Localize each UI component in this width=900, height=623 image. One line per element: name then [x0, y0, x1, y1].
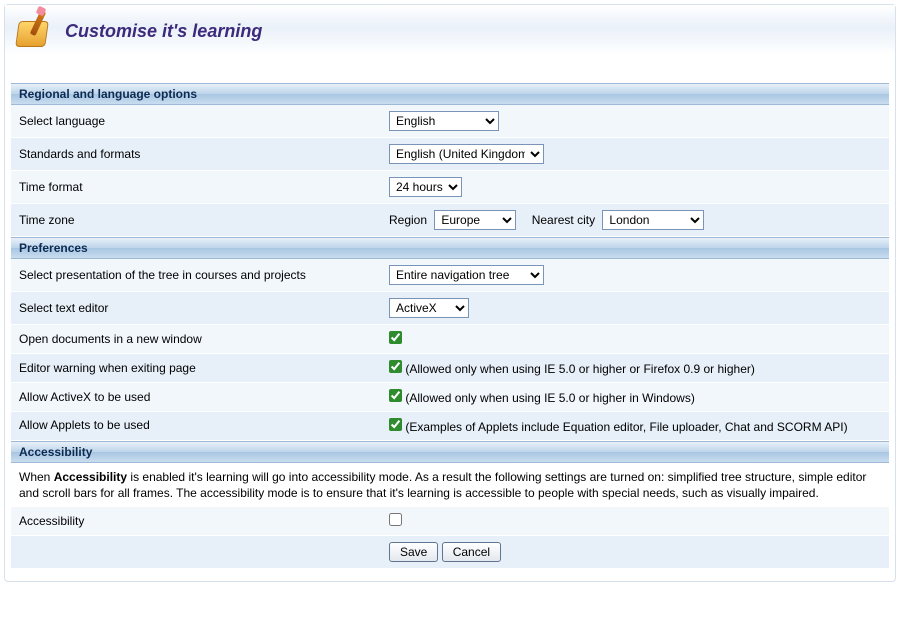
- standards-select[interactable]: English (United Kingdom): [389, 144, 544, 164]
- accessibility-desc-bold: Accessibility: [54, 470, 127, 484]
- customise-icon: [15, 11, 55, 51]
- allow-activex-note: (Allowed only when using IE 5.0 or highe…: [405, 391, 694, 405]
- language-label: Select language: [11, 105, 381, 138]
- text-editor-select[interactable]: ActiveX: [389, 298, 469, 318]
- exit-warning-label: Editor warning when exiting page: [11, 354, 381, 383]
- tree-label: Select presentation of the tree in cours…: [11, 259, 381, 292]
- nearest-city-label: Nearest city: [532, 213, 595, 227]
- tree-select[interactable]: Entire navigation tree: [389, 265, 544, 285]
- region-label: Region: [389, 213, 427, 227]
- text-editor-label: Select text editor: [11, 292, 381, 325]
- save-button[interactable]: Save: [389, 542, 438, 562]
- nearest-city-select[interactable]: London: [602, 210, 704, 230]
- page: Customise it's learning Regional and lan…: [4, 4, 896, 582]
- exit-warning-checkbox[interactable]: [389, 360, 402, 373]
- allow-applets-checkbox[interactable]: [389, 418, 402, 431]
- exit-warning-note: (Allowed only when using IE 5.0 or highe…: [405, 362, 755, 376]
- region-select[interactable]: Europe: [434, 210, 516, 230]
- open-new-window-label: Open documents in a new window: [11, 325, 381, 354]
- language-select[interactable]: English: [389, 111, 499, 131]
- allow-activex-label: Allow ActiveX to be used: [11, 383, 381, 412]
- accessibility-desc-post: is enabled it's learning will go into ac…: [19, 470, 866, 500]
- accessibility-table: Accessibility Save Cancel: [11, 507, 889, 569]
- timeformat-select[interactable]: 24 hours: [389, 177, 462, 197]
- timezone-label: Time zone: [11, 204, 381, 237]
- timeformat-label: Time format: [11, 171, 381, 204]
- allow-activex-checkbox[interactable]: [389, 389, 402, 402]
- open-new-window-checkbox[interactable]: [389, 331, 402, 344]
- section-accessibility-header: Accessibility: [11, 441, 889, 463]
- content: Regional and language options Select lan…: [5, 83, 895, 569]
- allow-applets-note: (Examples of Applets include Equation ed…: [405, 420, 847, 434]
- accessibility-desc-pre: When: [19, 470, 54, 484]
- page-title: Customise it's learning: [65, 21, 262, 42]
- section-regional-header: Regional and language options: [11, 83, 889, 105]
- cancel-button[interactable]: Cancel: [442, 542, 501, 562]
- preferences-table: Select presentation of the tree in cours…: [11, 259, 889, 441]
- standards-label: Standards and formats: [11, 138, 381, 171]
- page-header: Customise it's learning: [5, 5, 895, 55]
- accessibility-checkbox[interactable]: [389, 513, 402, 526]
- allow-applets-label: Allow Applets to be used: [11, 412, 381, 441]
- accessibility-label: Accessibility: [11, 507, 381, 536]
- regional-table: Select language English Standards and fo…: [11, 105, 889, 237]
- section-preferences-header: Preferences: [11, 237, 889, 259]
- accessibility-description: When Accessibility is enabled it's learn…: [11, 463, 889, 507]
